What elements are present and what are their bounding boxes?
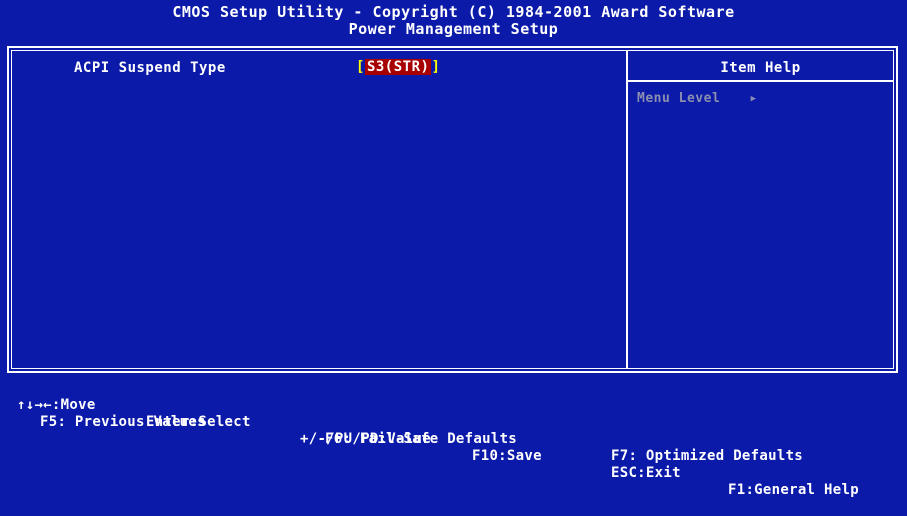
window-title: CMOS Setup Utility - Copyright (C) 1984-… <box>172 3 735 21</box>
setting-value-acpi-suspend-type[interactable]: [S3(STR)] <box>356 59 440 75</box>
hint-esc-exit: ESC:Exit <box>611 465 681 481</box>
footer-hints: ↑↓→←:Move Enter:Select +/-/PU/PD:Value F… <box>0 378 907 498</box>
footer-row-2: F5: Previous Values F6: Fail-Safe Defaul… <box>0 397 907 464</box>
footer-row-1: ↑↓→←:Move Enter:Select +/-/PU/PD:Value F… <box>0 380 907 498</box>
page-title: Power Management Setup <box>348 20 559 38</box>
hint-f5-previous-values: F5: Previous Values <box>40 414 206 430</box>
panel-divider <box>626 51 628 368</box>
hint-f10-save: F10:Save <box>472 448 542 464</box>
item-help-title: Item Help <box>720 60 801 76</box>
hint-f7-optimized-defaults: F7: Optimized Defaults <box>611 448 804 464</box>
main-frame: ACPI Suspend Type [S3(STR)] Item Help Me… <box>7 46 898 373</box>
help-title-separator <box>628 80 893 82</box>
selected-value[interactable]: S3(STR) <box>364 59 432 75</box>
menu-level-indicator: Menu Level ▶ <box>637 91 757 106</box>
hint-f6-fail-safe-defaults: F6: Fail-Safe Defaults <box>325 431 518 447</box>
header: CMOS Setup Utility - Copyright (C) 1984-… <box>0 0 907 44</box>
main-frame-inner: ACPI Suspend Type [S3(STR)] Item Help Me… <box>11 50 894 369</box>
menu-level-label: Menu Level <box>637 91 721 106</box>
hint-f1-help: F1:General Help <box>728 482 859 498</box>
setting-label-acpi-suspend-type[interactable]: ACPI Suspend Type <box>74 60 226 76</box>
menu-level-arrow-icon: ▶ <box>750 94 757 104</box>
